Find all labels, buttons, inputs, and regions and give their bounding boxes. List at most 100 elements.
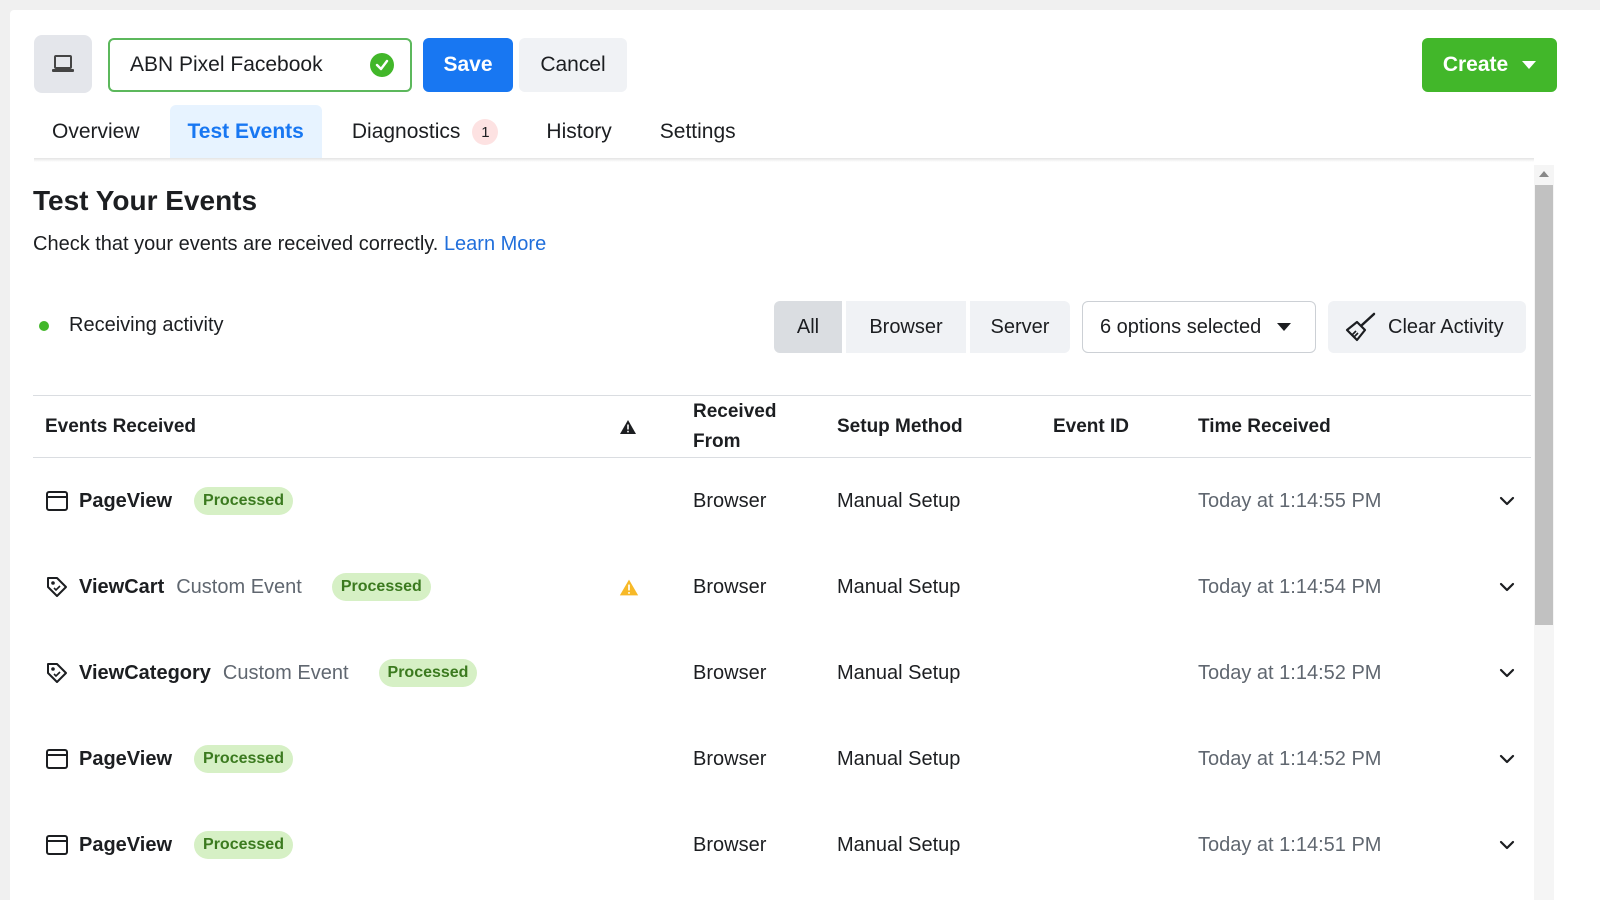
time-received-cell: Today at 1:14:52 PM: [1198, 747, 1382, 770]
browser-window-icon: [45, 489, 69, 513]
table-header: Events Received Received From Setup Meth…: [33, 395, 1531, 458]
warning-icon[interactable]: [619, 544, 639, 630]
device-toggle-button[interactable]: [34, 35, 92, 93]
chevron-down-icon[interactable]: [1499, 630, 1515, 716]
status-badge: Processed: [194, 487, 293, 515]
clear-activity-button[interactable]: Clear Activity: [1328, 301, 1526, 353]
tab-divider: [34, 158, 1534, 162]
event-name: PageView: [79, 833, 173, 856]
dropdown-value: 6 options selected: [1100, 315, 1262, 338]
setup-method-cell: Manual Setup: [837, 575, 961, 598]
tab-overview[interactable]: Overview: [34, 105, 158, 159]
table-row[interactable]: ViewCart Custom Event Processed Browser …: [33, 544, 1531, 630]
setup-method-cell: Manual Setup: [837, 661, 961, 684]
header-warning-icon: [619, 396, 639, 457]
time-received-cell: Today at 1:14:52 PM: [1198, 661, 1382, 684]
setup-method-cell: Manual Setup: [837, 833, 961, 856]
event-type-label: Custom Event: [222, 661, 349, 684]
cancel-button[interactable]: Cancel: [519, 38, 627, 92]
browser-window-icon: [45, 747, 69, 771]
pixel-name-value: ABN Pixel Facebook: [130, 53, 323, 76]
event-options-dropdown[interactable]: 6 options selected: [1082, 301, 1316, 353]
tab-label: History: [546, 120, 612, 143]
tab-label: Test Events: [187, 120, 304, 143]
event-cell: ViewCart Custom Event Processed: [45, 544, 431, 630]
tab-settings[interactable]: Settings: [642, 105, 754, 159]
filter-all-button[interactable]: All: [774, 301, 842, 353]
tag-icon: [45, 575, 69, 599]
table-row[interactable]: ViewCategory Custom Event Processed Brow…: [33, 630, 1531, 716]
status-text: Receiving activity: [69, 314, 224, 336]
setup-method-cell: Manual Setup: [837, 489, 961, 512]
table-row[interactable]: PageView Processed Browser Manual Setup …: [33, 458, 1531, 544]
received-from-cell: Browser: [693, 833, 767, 856]
event-name: PageView: [79, 747, 173, 770]
tab-label: Diagnostics: [351, 120, 461, 143]
tab-history[interactable]: History: [528, 105, 629, 159]
filter-server-button[interactable]: Server: [970, 301, 1070, 353]
setup-method-cell: Manual Setup: [837, 747, 961, 770]
chevron-down-icon[interactable]: [1499, 458, 1515, 544]
activity-status: Receiving activity: [39, 314, 224, 337]
chevron-down-icon[interactable]: [1499, 802, 1515, 888]
learn-more-link[interactable]: Learn More: [444, 233, 546, 255]
scrollbar-thumb[interactable]: [1535, 185, 1553, 625]
received-from-cell: Browser: [693, 575, 767, 598]
pixel-name-field[interactable]: ABN Pixel Facebook: [108, 38, 412, 92]
tab-test-events[interactable]: Test Events: [169, 105, 322, 159]
event-cell: ViewCategory Custom Event Processed: [45, 630, 478, 716]
header-received-from[interactable]: Received From: [693, 396, 776, 457]
broom-icon: [1345, 312, 1376, 342]
page-subtitle: Check that your events are received corr…: [33, 233, 546, 256]
header-received-from-line2: From: [693, 430, 741, 452]
browser-window-icon: [45, 833, 69, 857]
table-row[interactable]: PageView Processed Browser Manual Setup …: [33, 802, 1531, 888]
event-cell: PageView Processed: [45, 802, 293, 888]
table-row[interactable]: PageView Processed Browser Manual Setup …: [33, 716, 1531, 802]
page-title: Test Your Events: [33, 185, 258, 216]
event-type-label: Custom Event: [176, 575, 302, 598]
header-setup-method[interactable]: Setup Method: [837, 396, 963, 457]
chevron-down-icon[interactable]: [1499, 544, 1515, 630]
status-badge: Processed: [331, 573, 431, 601]
create-button[interactable]: Create: [1422, 38, 1557, 92]
clear-activity-label: Clear Activity: [1388, 315, 1504, 338]
time-received-cell: Today at 1:14:54 PM: [1198, 575, 1382, 598]
header-events-received[interactable]: Events Received: [45, 396, 196, 457]
header-time-received[interactable]: Time Received: [1198, 396, 1331, 457]
caret-down-icon: [1277, 323, 1292, 331]
header-received-from-line1: Received: [693, 400, 777, 422]
received-from-cell: Browser: [693, 661, 767, 684]
event-name: ViewCategory: [79, 661, 211, 684]
header-event-id[interactable]: Event ID: [1053, 396, 1129, 457]
tag-icon: [45, 661, 69, 685]
tab-label: Settings: [659, 120, 736, 143]
vertical-scrollbar[interactable]: [1534, 165, 1554, 900]
create-button-label: Create: [1442, 53, 1509, 76]
status-badge: Processed: [194, 745, 293, 773]
events-manager-window: ABN Pixel Facebook Save Cancel Create Ov…: [10, 10, 1600, 900]
caret-down-icon: [1522, 61, 1537, 69]
received-from-cell: Browser: [693, 489, 767, 512]
tab-label: Overview: [52, 120, 140, 143]
save-button[interactable]: Save: [423, 38, 513, 92]
scroll-up-arrow-icon[interactable]: [1539, 171, 1549, 177]
tab-diagnostics[interactable]: Diagnostics 1: [334, 105, 517, 159]
event-cell: PageView Processed: [45, 716, 293, 802]
time-received-cell: Today at 1:14:55 PM: [1198, 489, 1382, 512]
event-name: PageView: [79, 489, 173, 512]
time-received-cell: Today at 1:14:51 PM: [1198, 833, 1382, 856]
received-from-cell: Browser: [693, 747, 767, 770]
laptop-icon: [52, 55, 74, 72]
chevron-down-icon[interactable]: [1499, 716, 1515, 802]
status-badge: Processed: [194, 831, 293, 859]
status-dot-icon: [39, 320, 49, 331]
status-badge: Processed: [378, 659, 478, 687]
event-name: ViewCart: [79, 575, 165, 598]
check-circle-icon: [370, 53, 394, 77]
filter-browser-button[interactable]: Browser: [846, 301, 966, 353]
tab-bar: Overview Test Events Diagnostics 1 Histo…: [34, 105, 766, 159]
event-cell: PageView Processed: [45, 458, 293, 544]
subtitle-text: Check that your events are received corr…: [33, 233, 439, 255]
events-table: Events Received Received From Setup Meth…: [33, 395, 1531, 888]
